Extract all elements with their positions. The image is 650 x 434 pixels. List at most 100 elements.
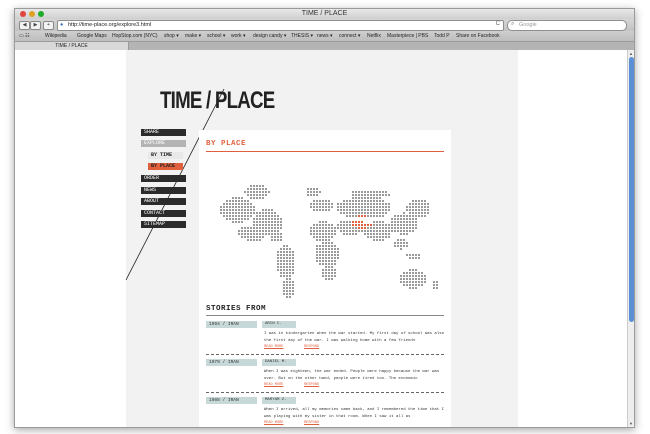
map-dot xyxy=(277,251,279,253)
bookmark-thesis[interactable]: THESIS ▾ xyxy=(291,33,313,39)
map-dot xyxy=(400,278,402,280)
map-dot xyxy=(292,266,294,268)
menu-sitemap[interactable]: SITEMAP xyxy=(141,221,186,228)
scroll-down-arrow-icon[interactable]: ▼ xyxy=(629,421,633,426)
map-dot xyxy=(250,197,252,199)
map-dot-highlight xyxy=(367,224,369,226)
menu-contact[interactable]: CONTACT xyxy=(141,210,186,217)
read-more-link[interactable]: READ MORE xyxy=(264,421,283,425)
respond-link[interactable]: RESPOND xyxy=(304,383,319,387)
menu-explore[interactable]: EXPLORE xyxy=(141,140,186,147)
map-dot xyxy=(307,188,309,190)
map-dot xyxy=(331,233,333,235)
world-dot-map[interactable] xyxy=(209,168,441,308)
map-dot xyxy=(391,221,393,223)
menu-share[interactable]: SHARE xyxy=(141,129,186,136)
map-dot xyxy=(235,197,237,199)
bookmark-work[interactable]: work ▾ xyxy=(231,33,245,39)
back-button[interactable]: ◀ xyxy=(19,21,30,30)
address-bar[interactable]: ● http://time-place.org/explore3.html C xyxy=(57,20,504,31)
map-dot xyxy=(379,233,381,235)
map-dot xyxy=(226,209,228,211)
bookmark-todd-p[interactable]: Todd P xyxy=(434,33,450,39)
map-dot xyxy=(403,275,405,277)
map-dot-highlight xyxy=(361,227,363,229)
bookmark-school[interactable]: school ▾ xyxy=(207,33,225,39)
map-dot xyxy=(268,233,270,235)
map-dot xyxy=(406,245,408,247)
map-dot xyxy=(325,278,327,280)
map-dot xyxy=(415,215,417,217)
bookmark-wikipedia[interactable]: Wikipedia xyxy=(45,33,67,39)
map-dot xyxy=(271,236,273,238)
add-bookmark-button[interactable]: + xyxy=(43,21,54,30)
vertical-scrollbar[interactable]: ▲ ▼ xyxy=(627,50,634,427)
read-more-link[interactable]: READ MORE xyxy=(264,383,283,387)
map-dot xyxy=(400,224,402,226)
map-dot xyxy=(400,221,402,223)
map-dot xyxy=(379,221,381,223)
map-dot xyxy=(268,230,270,232)
tab-time-place[interactable]: TIME / PLACE xyxy=(15,42,129,50)
map-dot xyxy=(322,248,324,250)
map-dot xyxy=(400,248,402,250)
map-dot xyxy=(256,191,258,193)
map-dot xyxy=(343,230,345,232)
bookmark-news[interactable]: news ▾ xyxy=(317,33,333,39)
map-dot xyxy=(283,269,285,271)
url-text: http://time-place.org/explore3.html xyxy=(68,22,152,28)
menu-by-place[interactable]: BY PLACE xyxy=(148,163,183,170)
search-field[interactable]: ⌕ Google xyxy=(507,20,627,31)
bookmark-design-candy[interactable]: design candy ▾ xyxy=(253,33,286,39)
map-dot xyxy=(265,188,267,190)
bookmark-shop[interactable]: shop ▾ xyxy=(164,33,179,39)
map-dot xyxy=(415,287,417,289)
map-dot xyxy=(277,227,279,229)
bookmark-connect[interactable]: connect ▾ xyxy=(339,33,360,39)
bookmark-masterpiece[interactable]: Masterpiece | PBS xyxy=(387,33,428,39)
bookmark-make[interactable]: make ▾ xyxy=(185,33,201,39)
map-dot xyxy=(250,233,252,235)
map-dot xyxy=(334,233,336,235)
bookmark-google-maps[interactable]: Google Maps xyxy=(77,33,107,39)
map-dot xyxy=(286,269,288,271)
menu-by-time[interactable]: BY TIME xyxy=(148,152,183,159)
bookmark-netflix[interactable]: Netflix xyxy=(367,33,381,39)
map-dot xyxy=(412,257,414,259)
site-logo[interactable]: TIME / PLACE xyxy=(160,87,275,115)
map-dot xyxy=(313,191,315,193)
map-dot xyxy=(319,239,321,241)
reload-icon[interactable]: C xyxy=(496,21,500,27)
map-dot xyxy=(325,227,327,229)
menu-news[interactable]: NEWS xyxy=(141,187,186,194)
scroll-up-arrow-icon[interactable]: ▲ xyxy=(629,51,633,56)
bookmark-share-facebook[interactable]: Share on Facebook xyxy=(456,33,500,39)
map-dot xyxy=(280,248,282,250)
map-dot xyxy=(259,221,261,223)
show-bookmarks-icon[interactable]: ▭ ☷ xyxy=(19,33,30,39)
map-dot xyxy=(256,227,258,229)
menu-order[interactable]: ORDER xyxy=(141,175,186,182)
map-dot xyxy=(277,254,279,256)
map-dot-highlight xyxy=(352,224,354,226)
respond-link[interactable]: RESPOND xyxy=(304,421,319,425)
map-dot xyxy=(418,212,420,214)
respond-link[interactable]: RESPOND xyxy=(304,345,319,349)
map-dot xyxy=(265,191,267,193)
map-dot xyxy=(415,284,417,286)
read-more-link[interactable]: READ MORE xyxy=(264,345,283,349)
map-dot xyxy=(340,212,342,214)
scrollbar-thumb[interactable] xyxy=(629,57,634,322)
menu-about[interactable]: ABOUT xyxy=(141,198,186,205)
map-dot xyxy=(325,275,327,277)
map-dot xyxy=(253,206,255,208)
map-dot xyxy=(373,239,375,241)
map-dot xyxy=(388,230,390,232)
map-dot xyxy=(400,245,402,247)
map-dot xyxy=(241,218,243,220)
bookmark-hopstop[interactable]: HopStop.com (NYC) xyxy=(112,33,158,39)
forward-button[interactable]: ▶ xyxy=(30,21,41,30)
map-dot xyxy=(397,218,399,220)
map-dot xyxy=(379,227,381,229)
map-dot xyxy=(223,215,225,217)
